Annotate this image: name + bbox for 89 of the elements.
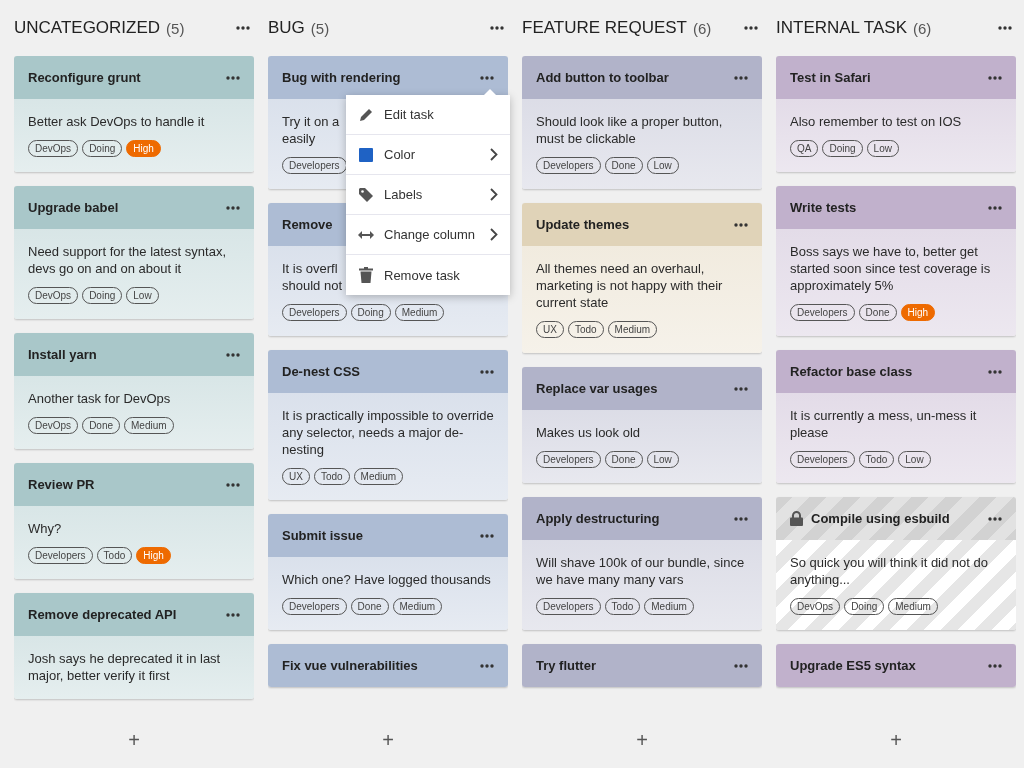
card-count: (6): [913, 19, 932, 37]
card-title: Apply destructuring: [536, 511, 660, 526]
card-count: (5): [166, 19, 185, 37]
more-icon[interactable]: [226, 352, 240, 357]
card-title: Upgrade babel: [28, 200, 119, 215]
more-icon[interactable]: [734, 222, 748, 227]
task-card[interactable]: Fix vue vulnerabilities: [268, 644, 508, 687]
card-title: Remove deprecated API: [28, 607, 177, 622]
menu-item[interactable]: Color: [346, 135, 510, 175]
more-icon[interactable]: [734, 516, 748, 521]
card-title: Review PR: [28, 477, 95, 492]
card-description: Better ask DevOps to handle it: [28, 113, 205, 130]
square-icon: [358, 147, 374, 162]
more-icon[interactable]: [734, 663, 748, 668]
more-icon[interactable]: [988, 75, 1002, 80]
card-title: Write tests: [790, 200, 857, 215]
double-arrow-icon: [358, 229, 374, 240]
card-title: Add button to toolbar: [536, 70, 669, 85]
card-description: Need support for the latest syntax, devs go on and on about it: [28, 243, 227, 277]
add-card-button[interactable]: +: [122, 728, 146, 752]
more-icon[interactable]: [480, 533, 494, 538]
card-description: Which one? Have logged thousands: [282, 571, 491, 588]
card-count: (5): [310, 19, 330, 37]
card-description: Another task for DevOps: [28, 390, 171, 407]
pencil-icon: [358, 106, 374, 123]
card-title: Upgrade ES5 syntax: [790, 658, 916, 673]
card-title: Compile using esbuild: [811, 511, 950, 526]
card-count: (6): [693, 19, 712, 37]
more-icon[interactable]: [988, 369, 1002, 374]
column-title: UNCATEGORIZED: [14, 18, 161, 38]
card-title: Submit issue: [282, 528, 363, 543]
column-title: FEATURE REQUEST: [522, 18, 687, 38]
tag-icon: [358, 186, 374, 203]
card-title: Test in Safari: [790, 70, 871, 85]
trash-icon: [358, 267, 374, 283]
add-card-button[interactable]: +: [376, 728, 400, 752]
lock-icon: [790, 511, 803, 526]
more-icon[interactable]: [998, 26, 1012, 30]
card-title: Replace var usages: [536, 381, 658, 396]
more-icon[interactable]: [226, 482, 240, 487]
card-description: Should look like a proper button, must be clickable: [536, 113, 724, 147]
task-card[interactable]: Upgrade ES5 syntax: [776, 644, 1016, 687]
tag-label: High: [900, 304, 936, 321]
more-icon[interactable]: [480, 663, 494, 668]
more-icon[interactable]: [988, 663, 1002, 668]
task-card[interactable]: Try flutter: [522, 644, 762, 687]
card-description: It is practically impossible to override any selector, needs a major de-nesting: [282, 407, 494, 458]
card-title: Reconfigure grunt: [28, 70, 141, 85]
column-title: BUG: [268, 18, 305, 38]
add-card-button[interactable]: +: [884, 728, 908, 752]
more-icon[interactable]: [490, 26, 504, 30]
menu-item[interactable]: Labels: [346, 175, 510, 215]
menu-item[interactable]: Change column: [346, 215, 510, 255]
card-description: Boss says we have to, better get started soon since test coverage is approximately 5%: [790, 243, 992, 294]
menu-item[interactable]: Remove task: [346, 255, 510, 295]
card-title: Remove: [282, 217, 333, 232]
card-description: Josh says he deprecated it in last major, better verify it first: [28, 650, 222, 684]
card-title: Install yarn: [28, 347, 97, 362]
more-icon[interactable]: [226, 75, 240, 80]
tag-label: High: [126, 140, 161, 157]
card-description: Will shave 100k of our bundle, since we have many many vars: [536, 554, 746, 588]
more-icon[interactable]: [988, 516, 1002, 521]
more-icon[interactable]: [734, 75, 748, 80]
add-card-button[interactable]: +: [630, 728, 654, 752]
card-description: Why?: [28, 520, 62, 537]
card-description: Try it on a easily: [282, 113, 340, 147]
more-icon[interactable]: [226, 612, 240, 617]
more-icon[interactable]: [480, 75, 494, 80]
card-title: Fix vue vulnerabilities: [282, 658, 418, 673]
column-title: INTERNAL TASK: [776, 18, 907, 38]
more-icon[interactable]: [236, 26, 250, 30]
card-title: Try flutter: [536, 658, 596, 673]
card-description: Makes us look old: [536, 424, 641, 441]
card-title: Refactor base class: [790, 364, 913, 379]
card-description: It is currently a mess, un-mess it please: [790, 407, 978, 441]
card-description: All themes need an overhaul, marketing is not happy with their current state: [536, 260, 724, 311]
more-icon[interactable]: [744, 26, 758, 30]
card-title: Bug with rendering: [282, 70, 401, 85]
card-title: Update themes: [536, 217, 630, 232]
menu-item[interactable]: Edit task: [346, 95, 510, 135]
card-description: Also remember to test on IOS: [790, 113, 962, 130]
tag-label: High: [136, 547, 171, 564]
more-icon[interactable]: [734, 386, 748, 391]
more-icon[interactable]: [226, 205, 240, 210]
card-title: De-nest CSS: [282, 364, 361, 379]
more-icon[interactable]: [480, 369, 494, 374]
card-description: So quick you will think it did not do anything...: [790, 554, 989, 588]
more-icon[interactable]: [988, 205, 1002, 210]
card-description: It is overfl should not: [282, 260, 342, 294]
